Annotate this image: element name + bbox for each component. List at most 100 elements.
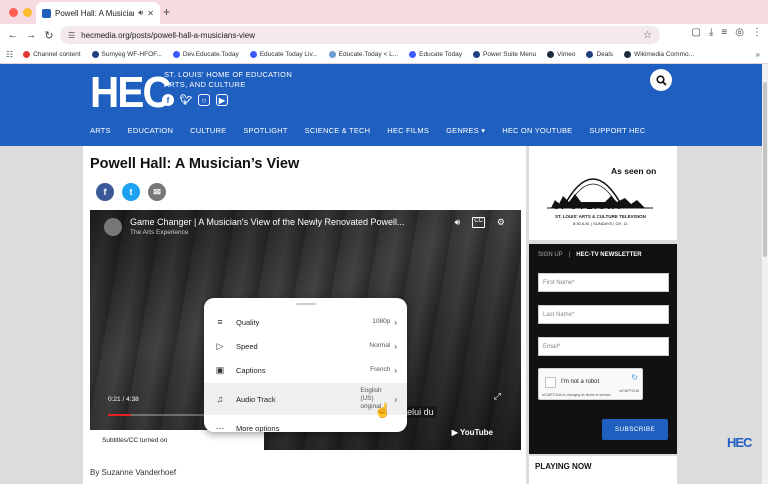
instagram-icon[interactable]: ○ xyxy=(198,94,210,106)
apps-grid-icon[interactable]: ☷ xyxy=(6,50,13,59)
bookmark-label: Educate.Today < L... xyxy=(338,51,399,58)
bookmark-item[interactable]: Channel content xyxy=(23,51,81,58)
media-queue-icon[interactable]: ≡ xyxy=(721,27,727,38)
forward-arrow-icon[interactable]: → xyxy=(22,29,40,41)
bookmark-label: Wikimedia Commo... xyxy=(634,51,695,58)
nav-item[interactable]: GENRES ▾ xyxy=(446,126,485,135)
bookmark-item[interactable]: Dev.Educate.Today xyxy=(172,51,239,58)
channel-avatar[interactable] xyxy=(104,218,122,236)
bookmark-favicon-icon xyxy=(328,51,336,58)
site-settings-icon[interactable]: ☰ xyxy=(68,31,75,40)
address-bar[interactable]: ☰ hecmedia.org/posts/powell-hall-a-music… xyxy=(60,26,660,44)
page-scrollbar[interactable] xyxy=(762,64,768,484)
minimize-window-button[interactable] xyxy=(23,8,32,17)
hec-corner-logo[interactable]: HEC xyxy=(727,435,752,450)
bookmark-item[interactable]: Deals xyxy=(586,51,613,58)
fullscreen-icon[interactable]: ⤢ xyxy=(494,391,501,402)
captions-icon: ▣ xyxy=(215,364,225,375)
settings-label: Speed xyxy=(236,341,258,351)
recaptcha-terms[interactable]: reCAPTCHA is changing its terms of servi… xyxy=(542,393,610,397)
bookmark-favicon-icon xyxy=(586,51,594,58)
site-header: HEC ST. LOUIS' HOME OF EDUCATION ARTS, A… xyxy=(0,64,768,146)
share-buttons: f t ✉ xyxy=(96,183,166,201)
recaptcha-label: I'm not a robot xyxy=(561,379,600,385)
bookmark-item[interactable]: Educate Today xyxy=(409,51,462,58)
first-name-field[interactable]: First Name* xyxy=(538,273,669,292)
close-window-button[interactable] xyxy=(9,8,18,17)
site-search-button[interactable] xyxy=(650,69,672,91)
nav-item[interactable]: SCIENCE & TECH xyxy=(305,126,371,135)
video-time: 0:21 / 4:38 xyxy=(108,396,139,403)
article-byline: By Suzanne Vanderhoef xyxy=(90,468,177,477)
settings-value: Normal xyxy=(369,342,391,349)
subscribe-button[interactable]: SUBSCRIBE xyxy=(602,419,668,440)
sliders-icon: ≡ xyxy=(217,317,223,327)
spotlight-subtitle: ST. LOUIS' ARTS & CULTURE TELEVISION xyxy=(555,214,646,219)
settings-row-captions[interactable]: ▣ Captions French › xyxy=(204,358,407,382)
video-title[interactable]: Game Changer | A Musician's View of the … xyxy=(130,217,405,227)
bookmark-label: Power Suite Menu xyxy=(483,51,537,58)
nav-item[interactable]: CULTURE xyxy=(190,126,226,135)
close-tab-icon[interactable]: ✕ xyxy=(147,9,154,18)
bookmark-label: Educate Today Liv... xyxy=(259,51,318,58)
settings-row-speed[interactable]: ▷ Speed Normal › xyxy=(204,334,407,358)
bookmark-label: Dev.Educate.Today xyxy=(182,51,239,58)
back-arrow-icon[interactable]: ← xyxy=(4,29,22,41)
newsletter-heading: SIGN UP | HEC-TV NEWSLETTER xyxy=(538,252,642,258)
bookmark-favicon-icon xyxy=(547,51,555,58)
chevron-right-icon: › xyxy=(394,394,397,404)
youtube-logo[interactable]: ▶ YouTube xyxy=(452,428,493,437)
share-facebook-button[interactable]: f xyxy=(96,183,114,201)
toolbar-actions: ▢ ⤓ ≡ ◎ ⋮ xyxy=(692,27,762,38)
reload-icon[interactable]: ↻ xyxy=(40,29,58,42)
bookmark-favicon-icon xyxy=(91,51,99,58)
share-email-button[interactable]: ✉ xyxy=(148,183,166,201)
speaker-icon[interactable]: 🔊︎ xyxy=(138,8,143,18)
new-tab-button[interactable]: + xyxy=(163,5,170,19)
bookmark-item[interactable]: Vimeo xyxy=(547,51,575,58)
bookmark-item[interactable]: Educate Today Liv... xyxy=(249,51,318,58)
settings-row-quality[interactable]: ≡ Quality 1080p › xyxy=(204,310,407,334)
bookmark-label: Vimeo xyxy=(557,51,576,58)
spotlight-promo[interactable]: As seen on SPOTLIGHT ST. LOUIS' ARTS & C… xyxy=(529,146,677,240)
youtube-icon[interactable]: ▶ xyxy=(216,94,228,106)
bookmark-item[interactable]: Sumyeg WF-HFOF... xyxy=(91,51,162,58)
bookmarks-bar: ☷ Channel content Sumyeg WF-HFOF... Dev.Ed… xyxy=(0,46,768,64)
bookmark-label: Sumyeg WF-HFOF... xyxy=(101,51,162,58)
settings-value: French xyxy=(370,366,391,373)
download-icon[interactable]: ⤓ xyxy=(709,27,713,38)
bookmark-item[interactable]: Power Suite Menu xyxy=(473,51,536,58)
main-navigation: ARTS EDUCATION CULTURE SPOTLIGHT SCIENCE & T… xyxy=(90,126,662,135)
nav-item[interactable]: EDUCATION xyxy=(128,126,173,135)
nav-item[interactable]: HEC ON YOUTUBE xyxy=(502,126,572,135)
nav-item[interactable]: SPOTLIGHT xyxy=(243,126,287,135)
last-name-field[interactable]: Last Name* xyxy=(538,305,669,324)
menu-kebab-icon[interactable]: ⋮ xyxy=(752,27,762,38)
profile-icon[interactable]: ◎ xyxy=(735,27,744,38)
bookmark-star-icon[interactable]: ☆ xyxy=(643,30,652,41)
settings-gear-icon[interactable]: ⚙ xyxy=(497,217,505,228)
browser-tab-active[interactable]: Powell Hall: A Musician's 🔊︎ ✕ xyxy=(36,2,160,24)
more-bookmarks-icon[interactable]: » xyxy=(756,50,760,59)
bookmark-item[interactable]: Wikimedia Commo... xyxy=(624,51,694,58)
cast-icon[interactable]: ▢ xyxy=(692,27,701,38)
bookmark-item[interactable]: Educate.Today < L... xyxy=(328,51,399,58)
nav-item[interactable]: HEC FILMS xyxy=(387,126,429,135)
nav-item[interactable]: ARTS xyxy=(90,126,111,135)
speed-icon: ▷ xyxy=(216,340,224,351)
cc-icon[interactable]: CC xyxy=(472,217,485,228)
facebook-icon[interactable]: f xyxy=(162,94,174,106)
share-twitter-button[interactable]: t xyxy=(122,183,140,201)
settings-value: 1080p xyxy=(372,318,391,325)
twitter-icon[interactable]: 🐦︎ xyxy=(180,94,193,106)
settings-label: Captions xyxy=(236,365,266,375)
video-channel-name[interactable]: The Arts Experience xyxy=(130,229,189,236)
recaptcha-checkbox[interactable] xyxy=(545,377,556,388)
nav-item[interactable]: SUPPORT HEC xyxy=(589,126,645,135)
spotlight-schedule: 8:30 A.M. | SUNDAYS | CH. 11 xyxy=(573,221,628,226)
scrollbar-thumb[interactable] xyxy=(763,82,767,257)
subtitles-toast: Subtitles/CC turned on xyxy=(90,430,264,451)
hec-logo[interactable]: HEC xyxy=(90,70,172,116)
email-field[interactable]: Email* xyxy=(538,337,669,356)
volume-icon[interactable]: 🔊︎ xyxy=(455,217,461,228)
